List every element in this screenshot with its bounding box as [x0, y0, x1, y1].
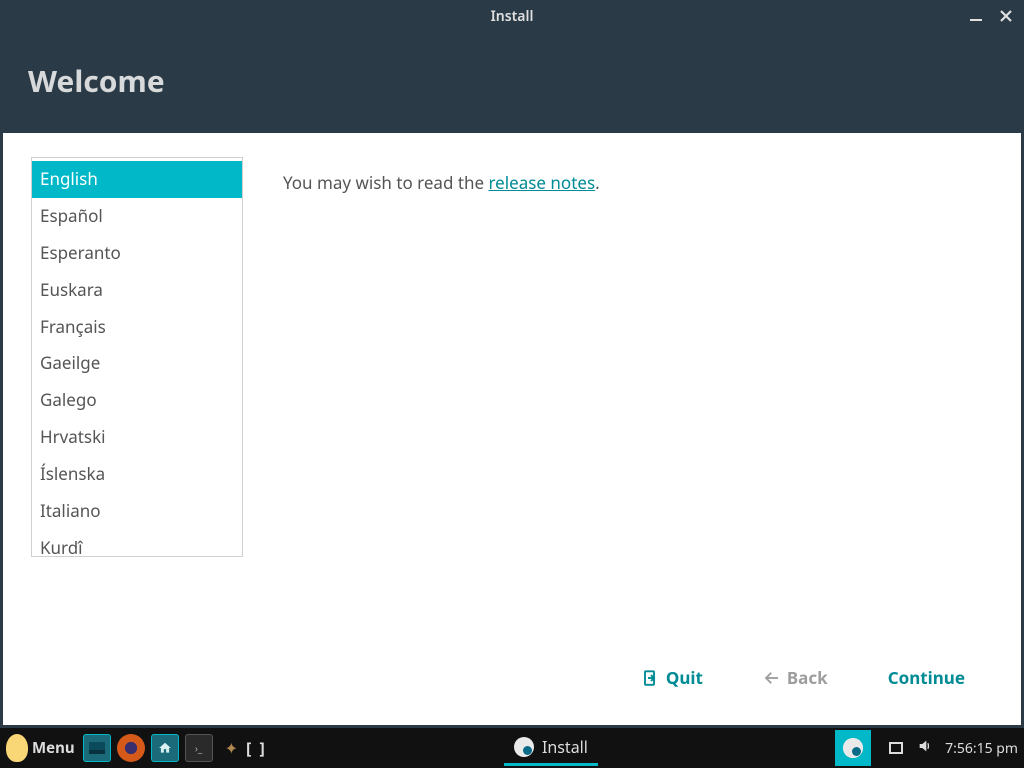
minimize-button[interactable] [964, 4, 988, 28]
installer-disc-icon [843, 738, 863, 758]
language-list[interactable]: EnglishEspañolEsperantoEuskaraFrançaisGa… [31, 157, 243, 557]
exit-icon [642, 669, 660, 687]
display-icon[interactable] [889, 737, 907, 759]
penguin-icon[interactable] [6, 734, 28, 762]
language-item[interactable]: Français [32, 309, 242, 346]
page-title: Welcome [0, 32, 1024, 133]
content-area: EnglishEspañolEsperantoEuskaraFrançaisGa… [3, 133, 1021, 725]
release-notes-text: You may wish to read the release notes. [283, 157, 600, 646]
continue-label: Continue [888, 666, 965, 689]
language-item[interactable]: Español [32, 198, 242, 235]
language-item[interactable]: Italiano [32, 493, 242, 530]
taskbar-item-install[interactable]: Install [504, 730, 598, 766]
taskbar: Menu ›_ ✦ [ ] Install 7:56:15 pm [0, 728, 1024, 768]
quit-button[interactable]: Quit [642, 666, 703, 689]
language-item[interactable]: Gaeilge [32, 345, 242, 382]
misc-icon[interactable]: ✦ [225, 737, 238, 759]
window-title: Install [491, 7, 534, 26]
close-button[interactable] [994, 4, 1018, 28]
release-prefix: You may wish to read the [283, 171, 489, 194]
installer-window: Install Welcome EnglishEspañolEsperantoE… [0, 0, 1024, 728]
release-suffix: . [595, 171, 600, 194]
system-tray: 7:56:15 pm [889, 737, 1018, 759]
files-icon[interactable] [151, 734, 179, 762]
button-row: Quit Back Continue [31, 646, 993, 705]
volume-icon[interactable] [917, 738, 935, 759]
language-item[interactable]: Esperanto [32, 235, 242, 272]
language-item[interactable]: English [32, 161, 242, 198]
installer-disc-icon [514, 737, 534, 757]
language-item[interactable]: Kurdî [32, 530, 242, 557]
release-notes-link[interactable]: release notes [489, 171, 596, 194]
firefox-icon[interactable] [117, 734, 145, 762]
menu-button[interactable]: Menu [32, 738, 75, 758]
taskbar-item-highlighted[interactable] [835, 730, 871, 766]
clock[interactable]: 7:56:15 pm [945, 739, 1018, 758]
quit-label: Quit [666, 666, 703, 689]
language-item[interactable]: Galego [32, 382, 242, 419]
arrow-left-icon [763, 669, 781, 687]
language-item[interactable]: Euskara [32, 272, 242, 309]
language-item[interactable]: Íslenska [32, 456, 242, 493]
workspace-indicator[interactable]: [ ] [246, 737, 267, 759]
terminal-icon[interactable]: ›_ [185, 734, 213, 762]
show-desktop-icon[interactable] [83, 734, 111, 762]
language-item[interactable]: Hrvatski [32, 419, 242, 456]
titlebar[interactable]: Install [0, 0, 1024, 32]
continue-button[interactable]: Continue [888, 666, 965, 689]
back-label: Back [787, 666, 828, 689]
back-button: Back [763, 666, 828, 689]
taskbar-item-label: Install [542, 736, 588, 758]
titlebar-controls [964, 0, 1018, 32]
content-row: EnglishEspañolEsperantoEuskaraFrançaisGa… [31, 157, 993, 646]
